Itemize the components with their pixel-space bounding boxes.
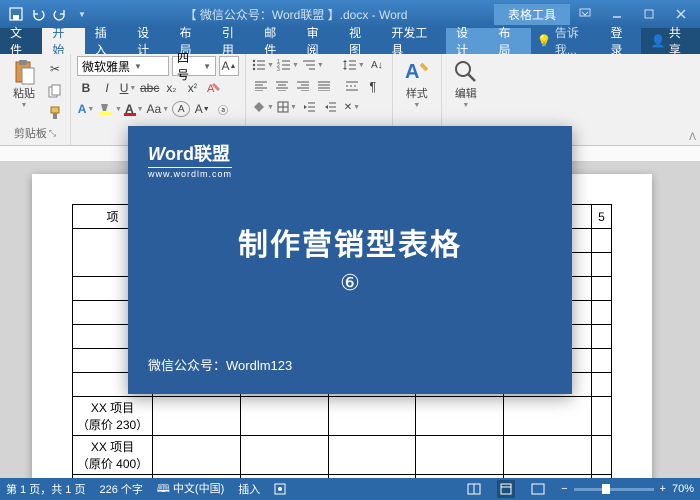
table-row: XX 项目（原价 400）	[73, 436, 612, 475]
text-effects-icon[interactable]: A▼	[77, 100, 95, 118]
view-web-icon[interactable]	[529, 480, 547, 498]
svg-text:A: A	[405, 61, 419, 83]
login-button[interactable]: 登录	[602, 28, 640, 54]
highlight-icon[interactable]: ▼	[98, 100, 122, 118]
font-name-combo[interactable]: 微软雅黑▼	[77, 56, 169, 76]
char-scale-icon[interactable]: ✕▼	[343, 98, 361, 116]
zoom-control: − + 70%	[561, 483, 694, 495]
save-icon[interactable]	[8, 6, 24, 22]
shading-icon[interactable]: ▼	[252, 98, 274, 116]
tab-references[interactable]: 引用	[212, 28, 254, 54]
person-icon: 👤	[651, 34, 666, 48]
overlay-banner: Word联盟 www.wordlm.com 制作营销型表格 ⑥ 微信公众号：Wo…	[128, 126, 572, 394]
view-print-icon[interactable]	[497, 480, 515, 498]
tab-table-layout[interactable]: 布局	[489, 28, 531, 54]
tab-insert[interactable]: 插入	[85, 28, 127, 54]
zoom-out-button[interactable]: −	[561, 483, 567, 495]
zoom-slider[interactable]	[574, 488, 654, 491]
quick-access-toolbar: ▼	[0, 6, 98, 22]
increase-indent-icon[interactable]	[321, 98, 339, 116]
zoom-in-button[interactable]: +	[660, 483, 666, 495]
tab-review[interactable]: 审阅	[297, 28, 339, 54]
underline-button[interactable]: U▼	[119, 79, 137, 97]
font-color-icon[interactable]: A▼	[125, 100, 144, 118]
status-insert[interactable]: 插入	[238, 481, 260, 497]
tab-table-design[interactable]: 设计	[446, 28, 488, 54]
table-row: XX 项目（原价 230）	[73, 397, 612, 436]
status-bar: 第 1 页，共 1 页 226 个字 🕮 中文(中国) 插入 − + 70%	[0, 478, 700, 500]
bulb-icon: 💡	[537, 34, 552, 48]
tab-mailings[interactable]: 邮件	[254, 28, 296, 54]
paste-button[interactable]: 粘贴 ▼	[6, 56, 42, 111]
tab-design[interactable]: 设计	[127, 28, 169, 54]
paste-icon	[10, 58, 38, 86]
superscript-button[interactable]: x²	[183, 79, 201, 97]
align-left-icon[interactable]	[252, 77, 270, 95]
shrink-font-icon[interactable]: A▼	[193, 100, 211, 118]
tab-dev[interactable]: 开发工具	[381, 28, 446, 54]
decrease-indent-icon[interactable]	[300, 98, 318, 116]
copy-icon[interactable]	[46, 82, 64, 100]
styles-button[interactable]: A 样式 ▼	[399, 56, 435, 111]
distributed-icon[interactable]	[343, 77, 361, 95]
tab-home[interactable]: 开始	[42, 28, 84, 54]
phonetic-guide-icon[interactable]: ⓐ	[214, 100, 232, 118]
format-painter-icon[interactable]	[46, 104, 64, 122]
view-read-icon[interactable]	[465, 480, 483, 498]
overlay-subtitle: 微信公众号：Wordlm123	[148, 355, 552, 374]
subscript-button[interactable]: x₂	[162, 79, 180, 97]
redo-icon[interactable]	[52, 6, 68, 22]
tab-view[interactable]: 视图	[339, 28, 381, 54]
change-case-button[interactable]: Aa▼	[147, 100, 170, 118]
show-marks-icon[interactable]: ¶	[364, 77, 382, 95]
window-title: 【 微信公众号：Word联盟 】.docx - Word	[98, 6, 494, 23]
qat-dropdown-icon[interactable]: ▼	[74, 6, 90, 22]
bullets-icon[interactable]: ▼	[252, 56, 274, 74]
justify-icon[interactable]	[315, 77, 333, 95]
minimize-icon[interactable]	[602, 4, 632, 24]
macro-record-icon[interactable]	[274, 483, 286, 495]
tell-me[interactable]: 💡告诉我...	[531, 28, 603, 54]
line-spacing-icon[interactable]: ▼	[343, 56, 365, 74]
svg-text:3: 3	[277, 67, 280, 71]
numbering-icon[interactable]: 123▼	[277, 56, 299, 74]
clipboard-group: 粘贴 ▼ ✂ 剪贴板⤡	[0, 54, 71, 145]
align-right-icon[interactable]	[294, 77, 312, 95]
zoom-level[interactable]: 70%	[672, 483, 694, 495]
status-lang[interactable]: 🕮 中文(中国)	[157, 480, 224, 499]
enclose-char-icon[interactable]: A	[172, 101, 190, 117]
strikethrough-button[interactable]: abc	[140, 79, 159, 97]
grow-font-icon[interactable]: A▲	[219, 56, 239, 76]
maximize-icon[interactable]	[634, 4, 664, 24]
italic-button[interactable]: I	[98, 79, 116, 97]
share-button[interactable]: 👤共享	[641, 28, 700, 54]
status-words[interactable]: 226 个字	[99, 481, 142, 497]
undo-icon[interactable]	[30, 6, 46, 22]
collapse-ribbon-icon[interactable]: ᐱ	[689, 132, 696, 143]
align-center-icon[interactable]	[273, 77, 291, 95]
close-icon[interactable]	[666, 4, 696, 24]
font-size-combo[interactable]: 四号▼	[172, 56, 216, 76]
tab-file[interactable]: 文件	[0, 28, 42, 54]
overlay-number: ⑥	[148, 270, 552, 296]
status-page[interactable]: 第 1 页，共 1 页	[6, 481, 85, 497]
overlay-logo: Word联盟 www.wordlm.com	[148, 140, 552, 180]
sort-icon[interactable]: A↓	[368, 56, 386, 74]
bold-button[interactable]: B	[77, 79, 95, 97]
editing-button[interactable]: 编辑 ▼	[448, 56, 484, 111]
contextual-tab-label: 表格工具	[494, 4, 570, 25]
window-controls	[570, 4, 700, 24]
menu-bar: 文件 开始 插入 设计 布局 引用 邮件 审阅 视图 开发工具 设计 布局 💡告…	[0, 28, 700, 54]
clipboard-launcher-icon[interactable]: ⤡	[49, 128, 56, 139]
cut-icon[interactable]: ✂	[46, 60, 64, 78]
overlay-title: 制作营销型表格	[148, 220, 552, 264]
multilevel-list-icon[interactable]: ▼	[302, 56, 324, 74]
borders-icon[interactable]: ▼	[277, 98, 297, 116]
styles-icon: A	[403, 58, 431, 86]
clear-format-icon[interactable]: A	[204, 79, 222, 97]
ribbon-options-icon[interactable]	[570, 4, 600, 24]
find-icon	[452, 58, 480, 86]
